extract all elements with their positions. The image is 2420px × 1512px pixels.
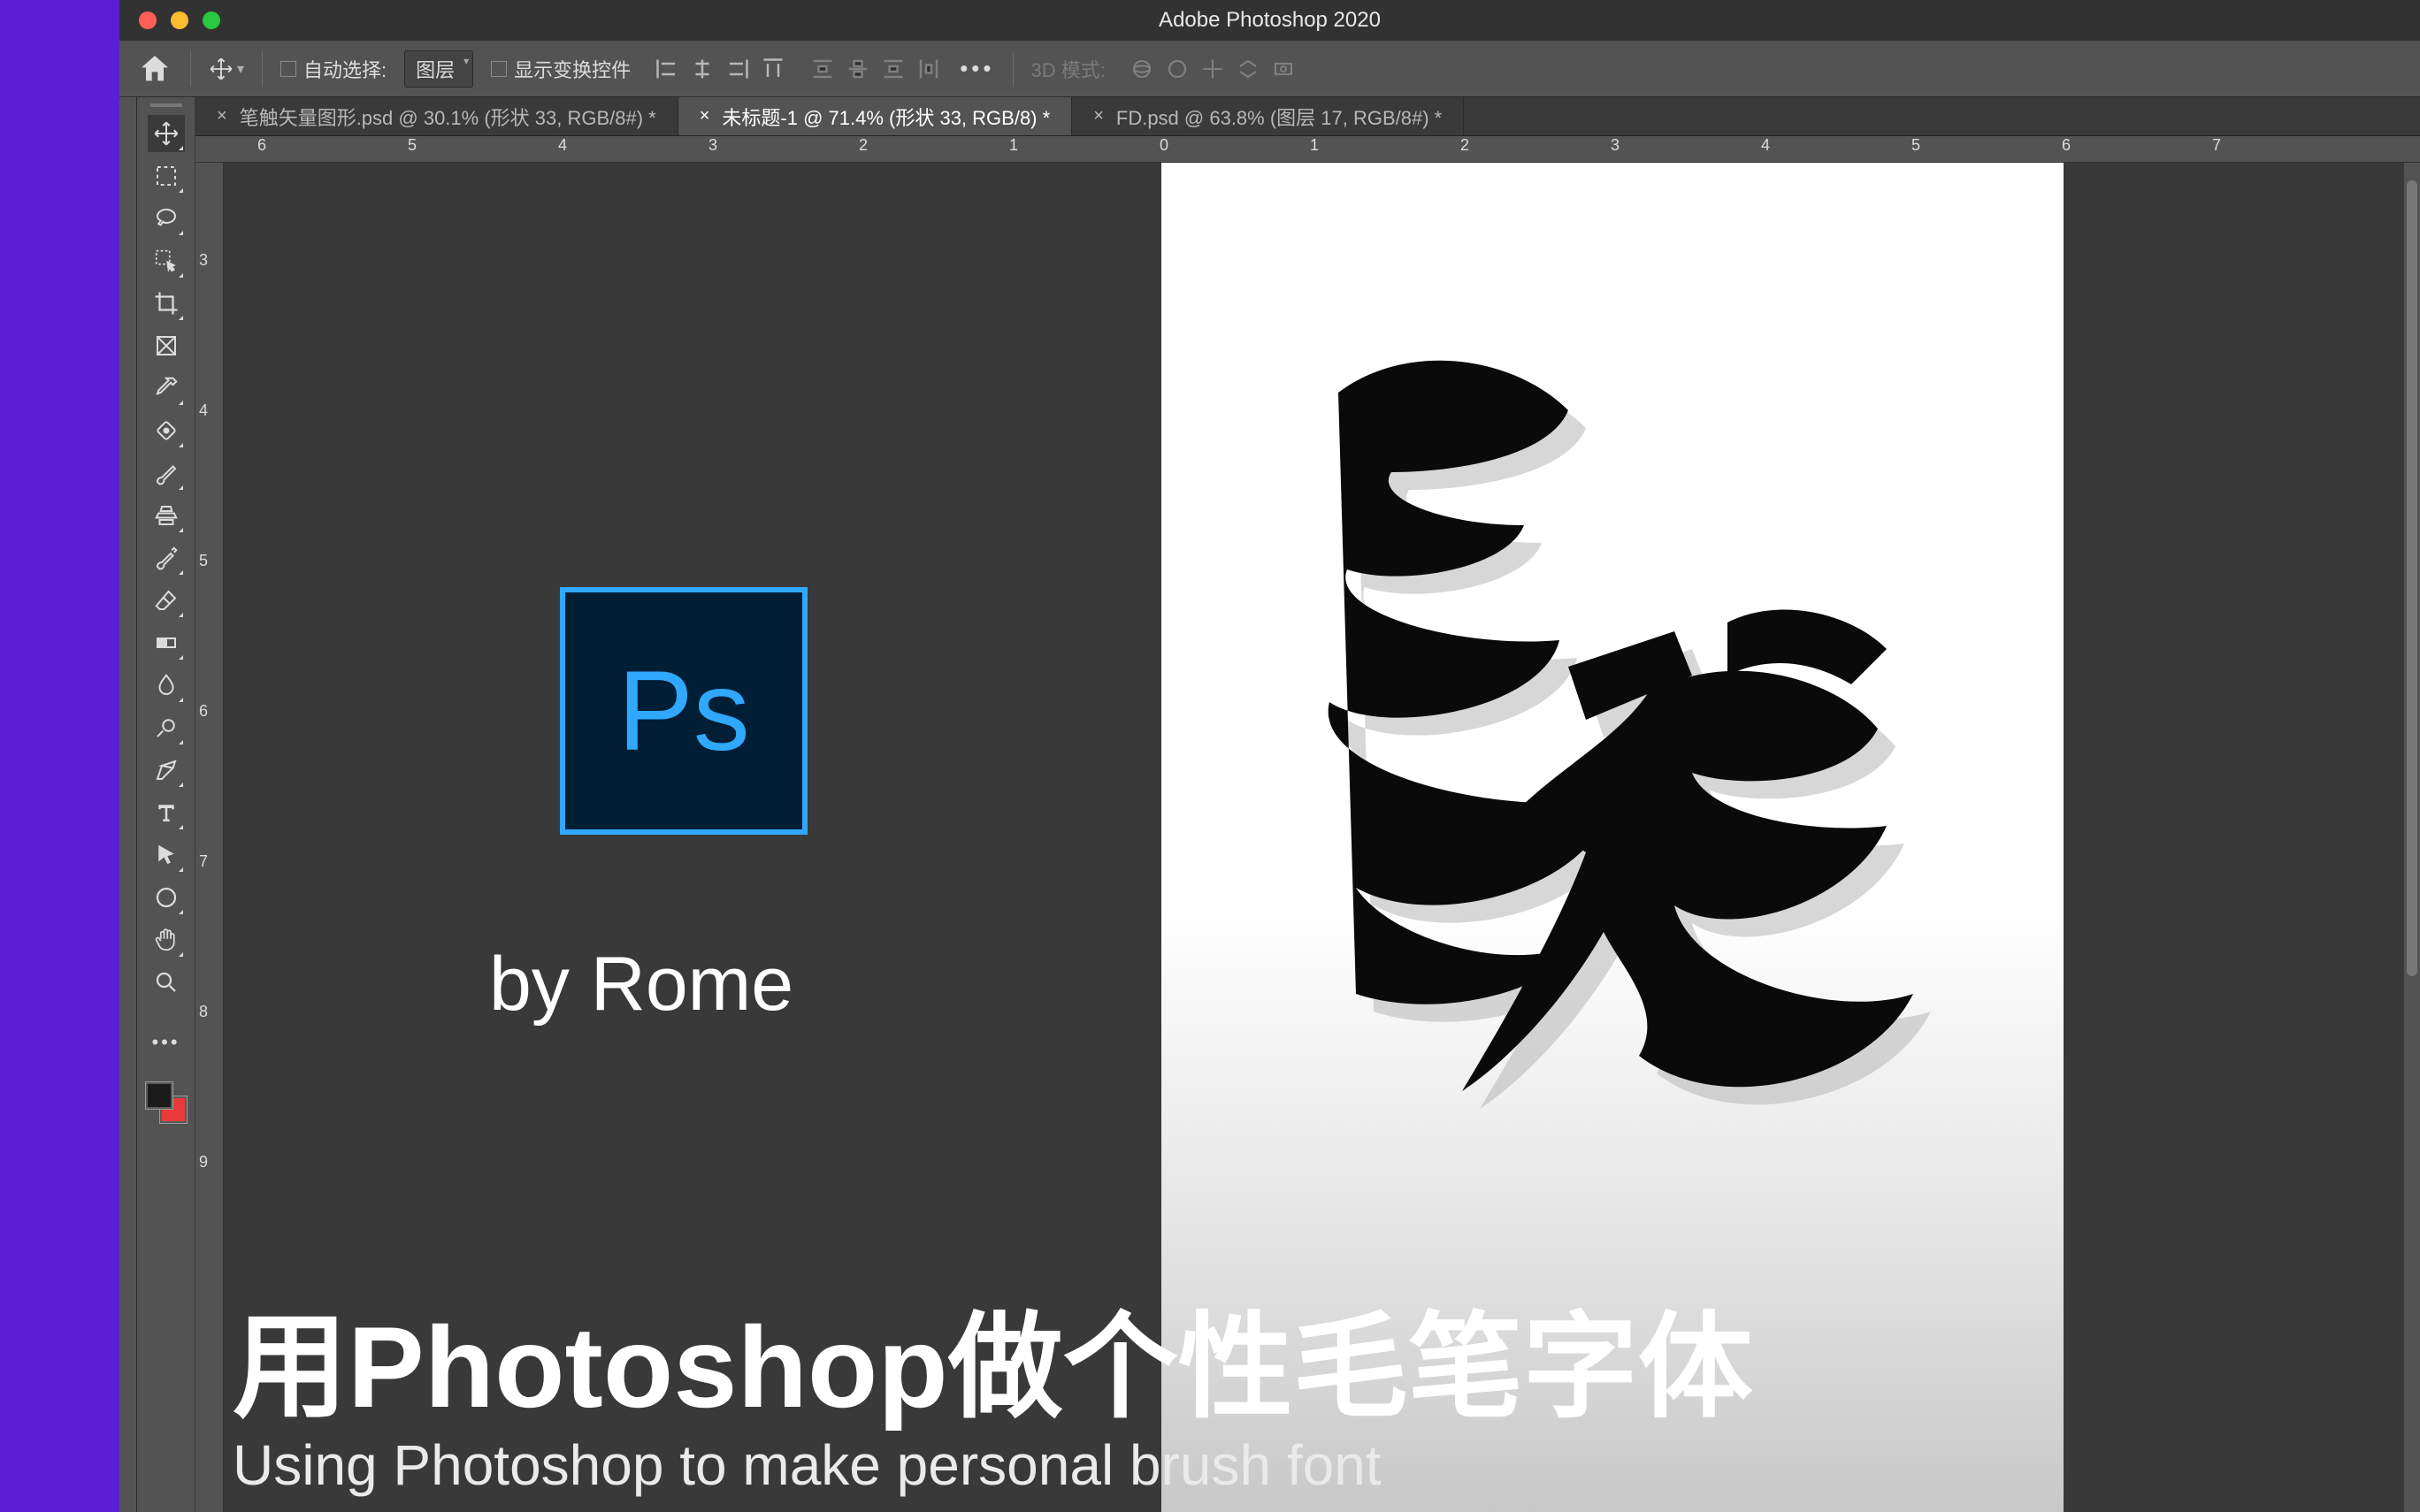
- calligraphy-artwork: [1232, 322, 1993, 1171]
- foreground-color-swatch[interactable]: [146, 1082, 172, 1109]
- window-zoom-button[interactable]: [203, 11, 220, 29]
- roll-3d-icon: [1164, 56, 1191, 82]
- tab-label: FD.psd @ 63.8% (图层 17, RGB/8#) *: [1116, 103, 1442, 131]
- move-tool[interactable]: [148, 115, 185, 152]
- align-top-icon[interactable]: [760, 56, 786, 82]
- horizontal-ruler[interactable]: 6 5 4 3 2 1 0 1 2 3 4 5 6 7: [195, 136, 2420, 163]
- eraser-tool[interactable]: [148, 582, 185, 619]
- quick-select-tool[interactable]: [148, 242, 185, 279]
- app-title: Adobe Photoshop 2020: [1159, 8, 1381, 33]
- vertical-scrollbar[interactable]: [2404, 163, 2420, 1512]
- type-tool[interactable]: [148, 794, 185, 831]
- more-options-icon[interactable]: •••: [960, 55, 994, 82]
- lasso-tool[interactable]: [148, 200, 185, 237]
- distribute-left-icon[interactable]: [915, 56, 942, 82]
- align-center-h-icon[interactable]: [689, 56, 716, 82]
- eyedropper-tool[interactable]: [148, 370, 185, 407]
- tools-panel: •••: [137, 97, 195, 1512]
- auto-select-target-dropdown[interactable]: 图层: [404, 50, 473, 88]
- blur-tool[interactable]: [148, 667, 185, 704]
- divider: [1013, 51, 1014, 87]
- window-titlebar: Adobe Photoshop 2020: [119, 0, 2420, 41]
- document-tab[interactable]: × 笔触矢量图形.psd @ 30.1% (形状 33, RGB/8#) *: [195, 97, 678, 135]
- clone-stamp-tool[interactable]: [148, 497, 185, 534]
- divider: [262, 51, 263, 87]
- document-tab[interactable]: × 未标题-1 @ 71.4% (形状 33, RGB/8) *: [678, 97, 1072, 135]
- distribute-top-icon[interactable]: [809, 56, 836, 82]
- tab-label: 笔触矢量图形.psd @ 30.1% (形状 33, RGB/8#) *: [240, 103, 656, 131]
- path-select-tool[interactable]: [148, 836, 185, 874]
- panel-grip[interactable]: [150, 103, 182, 107]
- collapsed-panel-left[interactable]: [119, 97, 137, 1512]
- document-tab[interactable]: × FD.psd @ 63.8% (图层 17, RGB/8#) *: [1072, 97, 1464, 135]
- vertical-ruler[interactable]: 3 4 5 6 7 8 9: [195, 163, 224, 1512]
- chevron-down-icon: ▾: [237, 60, 244, 78]
- photoshop-logo: Ps: [560, 587, 808, 835]
- show-transform-checkbox[interactable]: 显示变换控件: [491, 55, 631, 83]
- distribute-center-v-icon[interactable]: [845, 56, 871, 82]
- align-left-icon[interactable]: [654, 56, 680, 82]
- marquee-tool[interactable]: [148, 157, 185, 195]
- 3d-mode-label: 3D 模式:: [1031, 55, 1106, 83]
- orbit-3d-icon: [1129, 56, 1155, 82]
- window-close-button[interactable]: [139, 11, 157, 29]
- close-icon[interactable]: ×: [700, 106, 710, 126]
- scrollbar-thumb[interactable]: [2407, 180, 2417, 976]
- edit-toolbar-button[interactable]: •••: [148, 1024, 185, 1061]
- history-brush-tool[interactable]: [148, 539, 185, 577]
- move-tool-indicator[interactable]: ▾: [209, 57, 244, 81]
- close-icon[interactable]: ×: [1093, 106, 1104, 126]
- shape-tool[interactable]: [148, 879, 185, 916]
- slide-3d-icon: [1235, 56, 1261, 82]
- spot-heal-tool[interactable]: [148, 412, 185, 449]
- crop-tool[interactable]: [148, 285, 185, 322]
- document-canvas[interactable]: Ps by Rome: [224, 163, 2404, 1512]
- pen-tool[interactable]: [148, 752, 185, 789]
- align-right-icon[interactable]: [724, 56, 751, 82]
- window-minimize-button[interactable]: [171, 11, 188, 29]
- document-tabs: × 笔触矢量图形.psd @ 30.1% (形状 33, RGB/8#) * ×…: [195, 97, 2420, 136]
- hand-tool[interactable]: [148, 921, 185, 958]
- frame-tool[interactable]: [148, 327, 185, 364]
- options-bar: ▾ 自动选择: 图层 显示变换控件 •••: [119, 41, 2420, 97]
- home-button[interactable]: [137, 51, 172, 87]
- author-credit: by Rome: [489, 941, 793, 1028]
- auto-select-checkbox[interactable]: 自动选择:: [280, 55, 387, 83]
- close-icon[interactable]: ×: [217, 106, 227, 126]
- color-swatches[interactable]: [146, 1082, 187, 1123]
- gradient-tool[interactable]: [148, 624, 185, 661]
- presenter-sidebar: [0, 0, 119, 1512]
- tab-label: 未标题-1 @ 71.4% (形状 33, RGB/8) *: [722, 103, 1050, 131]
- pan-3d-icon: [1199, 56, 1226, 82]
- dodge-tool[interactable]: [148, 709, 185, 746]
- brush-tool[interactable]: [148, 454, 185, 492]
- artboard: [1161, 163, 2064, 1512]
- zoom-3d-icon: [1270, 56, 1297, 82]
- divider: [190, 51, 191, 87]
- zoom-tool[interactable]: [148, 964, 185, 1001]
- distribute-bottom-icon[interactable]: [880, 56, 907, 82]
